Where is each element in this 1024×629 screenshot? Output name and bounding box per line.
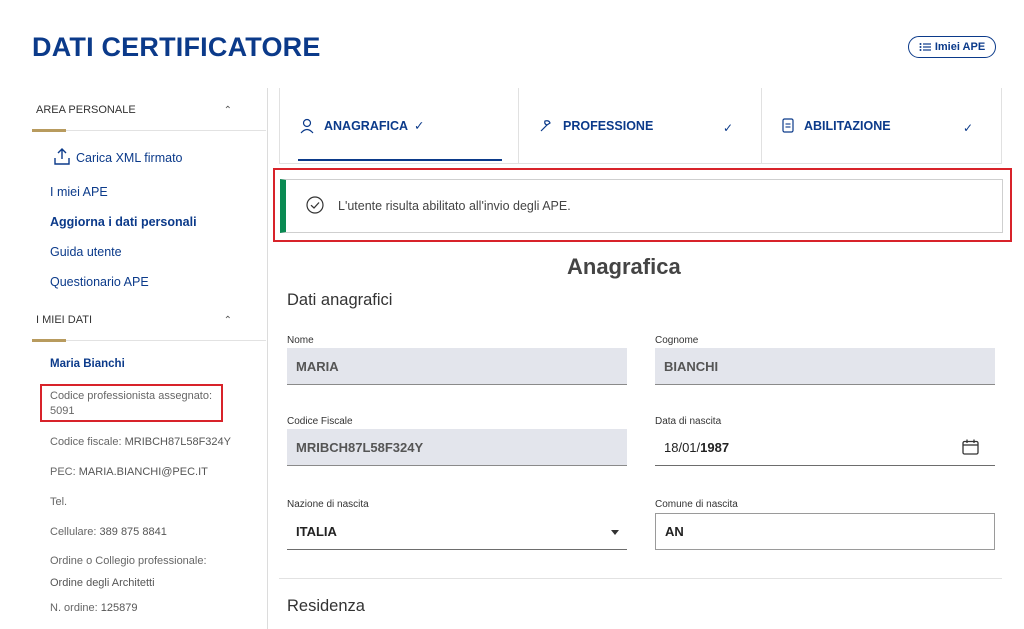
cellulare-info: Cellulare: 389 875 8841 [50, 526, 167, 538]
check-icon: ✓ [962, 121, 973, 135]
sidebar-item-i-miei-ape[interactable]: I miei APE [50, 185, 108, 199]
pec-value: MARIA.BIANCHI@PEC.IT [78, 466, 208, 478]
section-divider [66, 130, 266, 131]
codice-fiscale-value: MRIBCH87L58F324Y [124, 436, 231, 448]
codice-fiscale-field: MRIBCH87L58F324Y [287, 429, 627, 466]
nazione-value: ITALIA [296, 523, 337, 539]
calendar-icon[interactable] [962, 439, 979, 458]
data-nascita-value: 18/01/1987 [664, 440, 729, 455]
area-personale-title: AREA PERSONALE [36, 104, 136, 116]
tab-anagrafica[interactable]: ANAGRAFICA ✓ [280, 88, 518, 163]
codice-fiscale-info: Codice fiscale: MRIBCH87L58F324Y [50, 436, 231, 448]
section-accent [32, 339, 66, 342]
imiei-ape-label: Imiei APE [934, 41, 986, 53]
nazione-select[interactable]: ITALIA [287, 513, 627, 550]
ordine-value: Ordine degli Architetti [50, 577, 155, 589]
cognome-field: BIANCHI [655, 348, 995, 385]
comune-input[interactable]: AN [655, 513, 995, 550]
section-divider [66, 340, 266, 341]
section-accent [32, 129, 66, 132]
document-icon [782, 118, 794, 133]
tab-abilitazione-label: ABILITAZIONE [804, 118, 891, 133]
tab-abilitazione[interactable]: ABILITAZIONE ✓ [761, 88, 1001, 163]
caret-down-icon [611, 530, 619, 535]
tab-professione[interactable]: PROFESSIONE ✓ [518, 88, 761, 163]
check-icon: ✓ [722, 121, 733, 135]
codice-fiscale-field-label: Codice Fiscale [287, 416, 353, 427]
chevron-down-icon: ✓ [414, 119, 425, 133]
data-nascita-input[interactable]: 18/01/1987 [655, 429, 995, 466]
n-ordine-value: 125879 [100, 602, 138, 614]
chevron-up-icon: ⌃ [223, 314, 232, 326]
user-icon [300, 118, 314, 134]
nome-field: MARIA [287, 348, 627, 385]
n-ordine-info: N. ordine: 125879 [50, 602, 137, 614]
chevron-up-icon: ⌃ [223, 104, 232, 116]
cognome-value: BIANCHI [664, 358, 719, 374]
tab-anagrafica-label: ANAGRAFICA [324, 118, 409, 133]
user-name: Maria Bianchi [50, 358, 125, 370]
sidebar-item-aggiorna-dati[interactable]: Aggiorna i dati personali [50, 215, 197, 229]
alert-message: L'utente risulta abilitato all'invio deg… [338, 199, 571, 213]
date-prefix: 18/01/ [664, 439, 701, 455]
i-miei-dati-title: I MIEI DATI [36, 314, 93, 326]
sidebar-item-questionario-ape[interactable]: Questionario APE [50, 275, 149, 289]
cognome-label: Cognome [655, 335, 699, 346]
pec-label: PEC: [50, 466, 76, 478]
nome-label: Nome [287, 335, 314, 346]
residenza-title: Residenza [287, 597, 365, 615]
cellulare-label: Cellulare: [50, 526, 97, 538]
codice-fiscale-field-value: MRIBCH87L58F324Y [296, 439, 424, 455]
dati-anagrafici-title: Dati anagrafici [287, 291, 393, 309]
tab-bar: ANAGRAFICA ✓ PROFESSIONE ✓ ABILITAZIONE … [279, 88, 1002, 164]
codice-professionista: Codice professionista assegnato: 5091 [50, 390, 213, 417]
section-title: Anagrafica [567, 254, 681, 279]
ordine-label: Ordine o Collegio professionale: [50, 555, 207, 567]
area-personale-header[interactable]: AREA PERSONALE ⌃ [36, 104, 232, 116]
list-icon [919, 43, 931, 51]
imiei-ape-button[interactable]: Imiei APE [908, 36, 996, 58]
success-alert: L'utente risulta abilitato all'invio deg… [280, 179, 1003, 233]
comune-label: Comune di nascita [655, 499, 738, 510]
sidebar: AREA PERSONALE ⌃ Carica XML firmato I mi… [32, 88, 268, 629]
carica-xml-label: Carica XML firmato [76, 151, 183, 165]
tab-professione-label: PROFESSIONE [563, 118, 654, 133]
pec-info: PEC: MARIA.BIANCHI@PEC.IT [50, 466, 208, 478]
carica-xml-link[interactable]: Carica XML firmato [54, 147, 183, 165]
upload-icon [54, 148, 70, 165]
tel-info: Tel. [50, 496, 68, 508]
sidebar-item-guida-utente[interactable]: Guida utente [50, 245, 122, 259]
codice-fiscale-label: Codice fiscale: [50, 436, 122, 448]
page-title: DATI CERTIFICATORE [32, 32, 321, 62]
tools-icon [539, 119, 553, 133]
nazione-label: Nazione di nascita [287, 499, 369, 510]
nome-value: MARIA [296, 358, 339, 374]
n-ordine-label: N. ordine: [50, 602, 98, 614]
check-circle-icon [306, 195, 324, 217]
i-miei-dati-header[interactable]: I MIEI DATI ⌃ [36, 314, 232, 326]
section-divider [279, 578, 1002, 579]
data-nascita-label: Data di nascita [655, 416, 722, 427]
comune-value: AN [665, 524, 684, 539]
cellulare-value: 389 875 8841 [99, 526, 167, 538]
date-year: 1987 [700, 439, 730, 455]
